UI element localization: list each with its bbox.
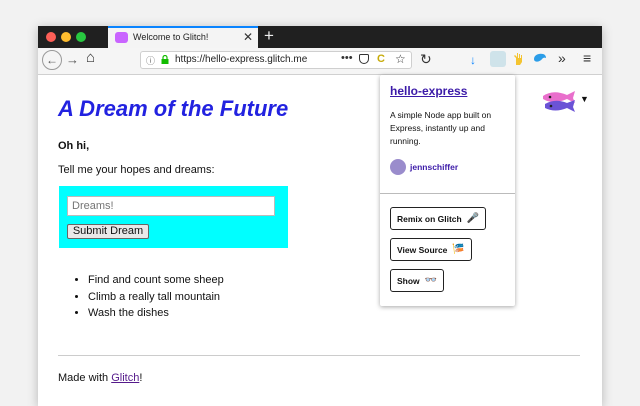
glitch-favicon-icon [115, 32, 128, 43]
address-bar[interactable]: ⓘ https://hello-express.glitch.me ••• C … [140, 51, 412, 69]
navigation-bar: ← → ⌂ ⓘ https://hello-express.glitch.me … [38, 48, 602, 75]
project-name-link[interactable]: hello-express [390, 84, 467, 98]
project-description: A simple Node app built on Express, inst… [390, 110, 492, 146]
fish-flag-icon: 🎏 [452, 244, 465, 255]
glitch-fish-logo-icon[interactable] [541, 89, 577, 115]
view-source-button[interactable]: View Source 🎏 [390, 238, 472, 261]
microphone-icon: 🎤 [466, 213, 480, 224]
dream-list: Find and count some sheep Climb a really… [74, 274, 224, 324]
footer-suffix: ! [139, 372, 143, 384]
prompt-text: Tell me your hopes and dreams: [58, 164, 215, 176]
dream-input[interactable] [67, 196, 275, 216]
forward-button[interactable]: → [66, 52, 79, 68]
submit-dream-button[interactable]: Submit Dream [67, 224, 149, 239]
info-icon[interactable]: ⓘ [146, 54, 155, 67]
list-item: Climb a really tall mountain [88, 291, 224, 308]
page-actions-icon[interactable]: ••• [341, 52, 353, 64]
close-window-button[interactable] [46, 32, 56, 42]
glasses-icon: 👓 [424, 275, 438, 286]
chevron-down-icon[interactable]: ▼ [580, 94, 589, 104]
glitch-project-popup: hello-express A simple Node app built on… [380, 75, 515, 306]
bookmark-star-icon[interactable]: ☆ [395, 52, 406, 66]
download-icon[interactable]: ↓ [470, 53, 476, 67]
list-item: Wash the dishes [88, 307, 224, 324]
remix-label: Remix on Glitch [397, 213, 462, 224]
remix-button[interactable]: Remix on Glitch 🎤 [390, 207, 487, 230]
extension-c-icon[interactable]: C [377, 53, 385, 65]
footer-prefix: Made with [58, 372, 112, 384]
new-tab-button[interactable]: + [264, 27, 274, 45]
whale-extension-icon[interactable] [533, 52, 547, 64]
title-bar: Welcome to Glitch! ✕ + [38, 26, 602, 48]
tab-title: Welcome to Glitch! [133, 32, 209, 42]
footer-text: Made with Glitch! [58, 372, 142, 384]
lock-icon [161, 55, 169, 64]
divider [58, 355, 580, 356]
author-avatar[interactable] [390, 159, 406, 175]
tab-close-icon[interactable]: ✕ [243, 30, 253, 44]
list-item: Find and count some sheep [88, 274, 224, 291]
popup-divider [380, 193, 515, 194]
page-title: A Dream of the Future [58, 96, 289, 121]
overflow-menu-icon[interactable]: » [558, 51, 566, 65]
maximize-window-button[interactable] [76, 32, 86, 42]
reload-button[interactable]: ↻ [420, 51, 432, 67]
view-source-label: View Source [397, 244, 448, 255]
minimize-window-button[interactable] [61, 32, 71, 42]
dream-form: Submit Dream [59, 186, 288, 248]
glitch-link[interactable]: Glitch [111, 372, 139, 384]
browser-tab[interactable]: Welcome to Glitch! ✕ [108, 26, 258, 48]
back-button[interactable]: ← [42, 50, 62, 70]
page-content: A Dream of the Future Oh hi, Tell me you… [38, 74, 602, 406]
hamburger-menu-icon[interactable]: ≡ [583, 51, 591, 65]
pocket-icon[interactable] [359, 54, 369, 64]
greeting-text: Oh hi, [58, 140, 90, 152]
browser-window: Welcome to Glitch! ✕ + ← → ⌂ ⓘ https://h… [38, 26, 602, 406]
glitch-extension-icon[interactable] [490, 51, 506, 67]
url-text[interactable]: https://hello-express.glitch.me [175, 54, 307, 65]
show-label: Show [397, 275, 420, 286]
author-link[interactable]: jennschiffer [410, 162, 458, 172]
hand-extension-icon[interactable] [513, 52, 523, 66]
show-button[interactable]: Show 👓 [390, 269, 445, 292]
home-button[interactable]: ⌂ [86, 50, 95, 66]
